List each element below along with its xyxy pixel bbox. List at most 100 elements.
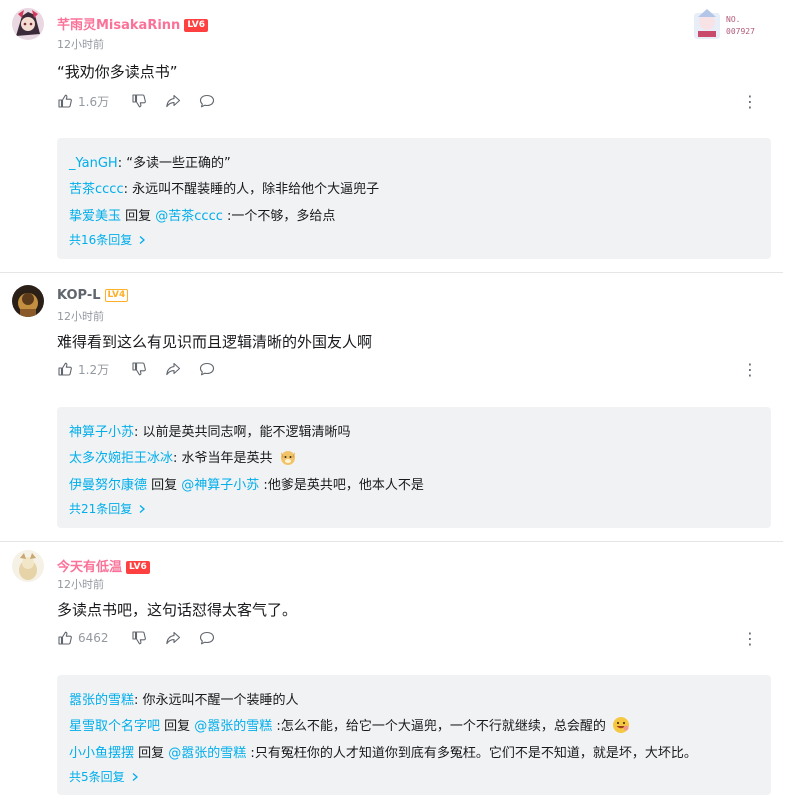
reply-mention[interactable]: @神算子小苏	[181, 478, 259, 493]
more-icon[interactable]: ⋮	[742, 359, 758, 379]
like-icon	[58, 631, 72, 645]
reply-username[interactable]: 星雪取个名字吧	[69, 719, 160, 734]
fan-badge-number: 007927	[726, 27, 755, 36]
share-icon[interactable]	[165, 630, 181, 646]
level-badge: LV4	[104, 289, 129, 302]
more-icon[interactable]: ⋮	[742, 91, 758, 111]
more-icon[interactable]: ⋮	[742, 628, 758, 648]
view-more-replies[interactable]: 共16条回复	[69, 231, 147, 248]
reply-text: 怎么不能，给它一个大逼兜，一个不行就继续，总会醒的	[280, 719, 606, 734]
dog-emoji-icon	[280, 451, 295, 465]
avatar[interactable]	[12, 550, 44, 582]
reply-username[interactable]: 伊曼努尔康德	[69, 478, 147, 493]
level-badge: LV6	[126, 561, 150, 574]
reply-item: 苦茶cccc: 永远叫不醒装睡的人，除非给他个大逼兜子	[69, 178, 379, 197]
reply-username[interactable]: _YanGH	[69, 156, 118, 171]
avatar[interactable]	[12, 285, 44, 317]
comment-content: 多读点书吧，这句话怼得太客气了。	[57, 601, 298, 619]
level-badge: LV6	[184, 19, 209, 32]
comment-time: 12小时前	[57, 310, 104, 323]
comment-actions: 1.2万	[57, 359, 215, 379]
fan-badge: NO. 007927	[692, 7, 762, 41]
comment-1: 芊雨灵MisakaRinn LV6 12小时前 NO. 007927 “我劝你多读…	[0, 0, 800, 272]
comment-actions: 6462	[57, 628, 215, 648]
more-replies-label: 共21条回复	[69, 502, 133, 516]
like-icon	[58, 94, 72, 108]
dislike-icon[interactable]	[131, 630, 147, 646]
share-icon[interactable]	[165, 361, 181, 377]
reply-text: 你永远叫不醒一个装睡的人	[142, 693, 299, 708]
share-icon[interactable]	[165, 93, 181, 109]
username[interactable]: 芊雨灵MisakaRinn LV6	[57, 14, 209, 33]
reply-text: 水爷当年是英共	[181, 451, 273, 466]
comment-3: 今天有低温 LV6 12小时前 多读点书吧，这句话怼得太客气了。 6462 ⋮ 嚣…	[0, 542, 800, 795]
reply-item: 嚣张的雪糕: 你永远叫不醒一个装睡的人	[69, 689, 299, 708]
reply-connector: 回复	[121, 209, 156, 224]
reply-text: 他爹是英共吧，他本人不是	[267, 478, 424, 493]
username-text[interactable]: KOP-L	[57, 288, 101, 303]
comment-time: 12小时前	[57, 578, 104, 591]
reply-icon[interactable]	[199, 361, 215, 377]
username[interactable]: 今天有低温 LV6	[57, 556, 150, 575]
like-button[interactable]: 6462	[57, 630, 109, 646]
reply-text: 只有冤枉你的人才知道你到底有多冤枉。它们不是不知道，就是坏，大坏比。	[254, 746, 697, 761]
avatar[interactable]	[12, 8, 44, 40]
like-icon	[58, 362, 72, 376]
reply-username[interactable]: 挚爱美玉	[69, 209, 121, 224]
reply-text: 以前是英共同志啊，能不逻辑清晰吗	[142, 425, 351, 440]
comment-2: KOP-L LV4 12小时前 难得看到这么有见识而且逻辑清晰的外国友人啊 1.2…	[0, 273, 800, 541]
reply-connector: 回复	[147, 478, 182, 493]
view-more-replies[interactable]: 共21条回复	[69, 500, 147, 517]
reply-username[interactable]: 苦茶cccc	[69, 182, 124, 197]
reply-separator: :	[123, 182, 133, 197]
reply-item: 神算子小苏: 以前是英共同志啊，能不逻辑清晰吗	[69, 421, 351, 440]
chevron-right-icon	[139, 235, 146, 244]
reply-separator: :	[246, 746, 255, 761]
chevron-right-icon	[139, 504, 146, 513]
reply-separator: :	[117, 156, 127, 171]
fan-badge-label: NO.	[726, 15, 741, 24]
reply-username[interactable]: 嚣张的雪糕	[69, 693, 134, 708]
reply-item: 小小鱼摆摆 回复 @嚣张的雪糕 :只有冤枉你的人才知道你到底有多冤枉。它们不是不…	[69, 742, 697, 761]
like-count: 1.2万	[78, 362, 110, 377]
username-text[interactable]: 今天有低温	[57, 560, 122, 575]
reply-separator: :	[259, 478, 268, 493]
like-button[interactable]: 1.6万	[57, 93, 109, 110]
comment-time: 12小时前	[57, 38, 104, 51]
reply-separator: :	[173, 451, 182, 466]
reply-username[interactable]: 太多次婉拒王冰冰	[69, 451, 173, 466]
chevron-right-icon	[132, 772, 138, 781]
reply-item: 星雪取个名字吧 回复 @嚣张的雪糕 :怎么不能，给它一个大逼兜，一个不行就继续，…	[69, 715, 630, 734]
reply-separator: :	[134, 425, 143, 440]
avatar-image	[12, 8, 44, 40]
view-more-replies[interactable]: 共5条回复	[69, 768, 140, 785]
reply-item: 太多次婉拒王冰冰: 水爷当年是英共	[69, 447, 297, 466]
reply-mention[interactable]: @嚣张的雪糕	[168, 746, 246, 761]
scrollbar[interactable]	[783, 0, 800, 795]
reply-separator: :	[272, 719, 281, 734]
reply-item: 伊曼努尔康德 回复 @神算子小苏 :他爹是英共吧，他本人不是	[69, 474, 424, 493]
comment-content: 难得看到这么有见识而且逻辑清晰的外国友人啊	[57, 333, 373, 351]
reply-item: 挚爱美玉 回复 @苦茶cccc :一个不够，多给点	[69, 205, 335, 224]
reply-text: 永远叫不醒装睡的人，除非给他个大逼兜子	[132, 182, 380, 197]
avatar-image	[12, 550, 44, 582]
comment-actions: 1.6万	[57, 91, 215, 111]
reply-username[interactable]: 小小鱼摆摆	[69, 746, 134, 761]
reply-separator: :	[134, 693, 143, 708]
comment-content: “我劝你多读点书”	[57, 63, 178, 81]
reply-username[interactable]: 神算子小苏	[69, 425, 134, 440]
reply-text: “多读一些正确的”	[126, 156, 231, 171]
reply-mention[interactable]: @苦茶cccc	[155, 209, 223, 224]
reply-icon[interactable]	[199, 93, 215, 109]
username[interactable]: KOP-L LV4	[57, 288, 129, 303]
reply-preview: 神算子小苏: 以前是英共同志啊，能不逻辑清晰吗 太多次婉拒王冰冰: 水爷当年是英…	[57, 407, 771, 528]
dislike-icon[interactable]	[131, 93, 147, 109]
reply-mention[interactable]: @嚣张的雪糕	[194, 719, 272, 734]
reply-icon[interactable]	[199, 630, 215, 646]
reply-connector: 回复	[134, 746, 169, 761]
dislike-icon[interactable]	[131, 361, 147, 377]
username-text[interactable]: 芊雨灵MisakaRinn	[57, 18, 180, 33]
grin-emoji-icon	[612, 717, 629, 733]
like-button[interactable]: 1.2万	[57, 361, 109, 378]
reply-item: _YanGH: “多读一些正确的”	[69, 152, 231, 171]
